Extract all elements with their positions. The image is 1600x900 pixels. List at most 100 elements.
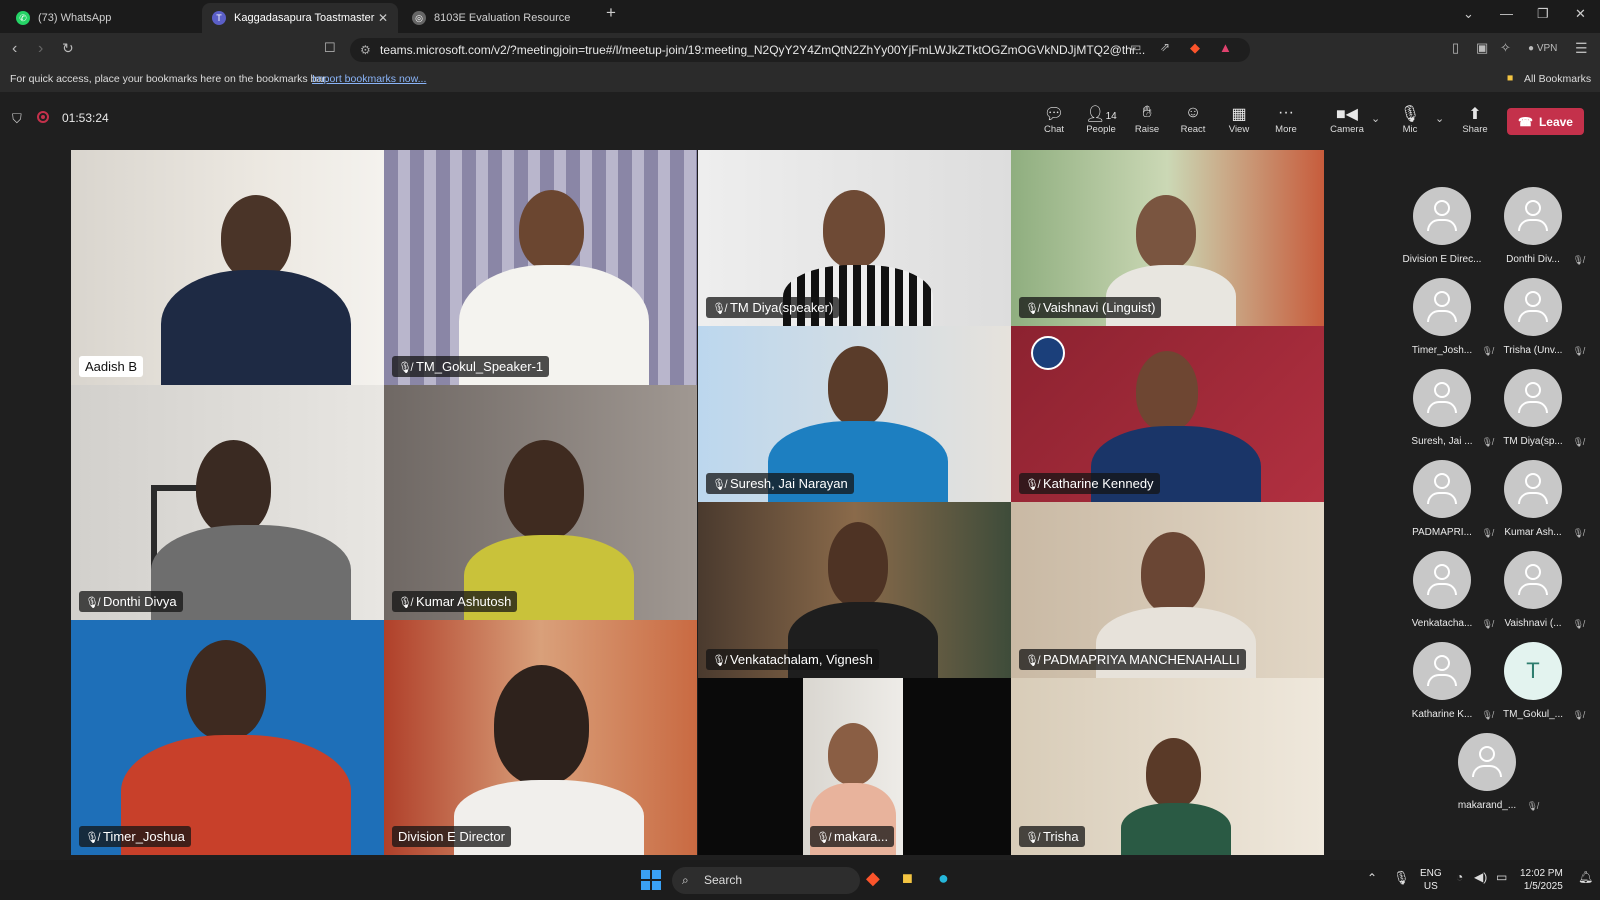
new-tab-button[interactable]: + <box>606 3 616 23</box>
roster-item[interactable]: Division E Direc... <box>1397 187 1487 265</box>
battery-icon[interactable]: ▭ <box>1496 870 1507 884</box>
view-label: View <box>1228 124 1250 135</box>
tab-label: (73) WhatsApp <box>38 12 112 24</box>
address-bar[interactable]: ⚙ teams.microsoft.com/v2/?meetingjoin=tr… <box>350 38 1250 62</box>
roster-item[interactable]: Suresh, Jai ... 🎙︎̸ <box>1397 369 1493 447</box>
back-icon[interactable]: ‹ <box>12 40 17 58</box>
brave-shield-icon[interactable]: ◆ <box>1190 40 1200 56</box>
share-page-icon[interactable]: ⇗ <box>1160 40 1170 54</box>
wifi-icon[interactable]: ◔ <box>1456 870 1463 884</box>
avatar-icon <box>1504 551 1562 609</box>
chat-button[interactable]: 💬︎ Chat <box>1031 104 1077 135</box>
roster-item[interactable]: Venkatacha... 🎙︎̸ <box>1397 551 1493 629</box>
camera-icon: ■◀ <box>1336 106 1358 123</box>
react-button[interactable]: ☺ React <box>1170 104 1216 135</box>
roster-item[interactable]: makarand_... 🎙︎̸ <box>1442 733 1538 811</box>
browser-tab-bar: ✆ (73) WhatsApp T Kaggadasapura Toastmas… <box>0 0 1600 33</box>
wallet-icon[interactable]: ▣ <box>1476 40 1488 56</box>
import-bookmarks-link[interactable]: Import bookmarks now... <box>312 73 426 85</box>
folder-icon: ■ <box>1507 72 1514 84</box>
people-button[interactable]: 👤︎14 People <box>1078 104 1124 135</box>
reload-icon[interactable]: ↻ <box>62 40 74 57</box>
share-label: Share <box>1462 124 1488 135</box>
notification-bell-icon[interactable]: 🔔︎ <box>1578 870 1593 884</box>
taskbar-search[interactable]: ⌕ Search <box>672 867 860 894</box>
site-settings-icon[interactable]: ⚙ <box>360 38 371 62</box>
participant-video <box>504 440 584 540</box>
brave-rewards-icon[interactable]: ▲ <box>1219 40 1232 55</box>
tab-search-chevron-icon[interactable]: ⌄ <box>1463 6 1474 22</box>
video-tile[interactable]: 🎙︎̸ Suresh, Jai Narayan <box>698 326 1011 502</box>
all-bookmarks-button[interactable]: All Bookmarks <box>1524 73 1591 85</box>
mic-off-icon: 🎙︎̸ <box>398 362 412 374</box>
close-tab-icon[interactable]: ✕ <box>378 11 388 25</box>
video-tile[interactable]: 🎙︎̸ TM Diya(speaker) <box>698 150 1011 326</box>
close-window-icon[interactable]: ✕ <box>1575 6 1586 22</box>
windows-start-icon[interactable] <box>641 870 661 890</box>
roster-name: makarand_... <box>1457 800 1517 811</box>
video-tile[interactable]: 🎙︎̸ Timer_Joshua <box>71 620 384 855</box>
mic-options-chevron-icon[interactable]: ⌄ <box>1435 112 1444 125</box>
roster-item[interactable]: Vaishnavi (... 🎙︎̸ <box>1488 551 1584 629</box>
vpn-button[interactable]: ● VPN <box>1528 43 1557 54</box>
video-tile[interactable]: 🎙︎̸ TM_Gokul_Speaker-1 <box>384 150 697 385</box>
minimize-icon[interactable]: — <box>1500 6 1513 21</box>
roster-item[interactable]: PADMAPRI... 🎙︎̸ <box>1397 460 1493 538</box>
leave-button[interactable]: ☎ Leave <box>1507 108 1584 135</box>
language-indicator[interactable]: ENG US <box>1420 867 1442 893</box>
file-explorer-icon[interactable]: ■ <box>902 868 913 889</box>
chevron-up-icon[interactable]: ⌃ <box>1367 871 1377 885</box>
roster-item[interactable]: T TM_Gokul_... 🎙︎̸ <box>1488 642 1584 720</box>
video-tile[interactable]: Aadish B <box>71 150 384 385</box>
forward-icon[interactable]: › <box>38 40 43 58</box>
camera-button[interactable]: ■◀ Camera <box>1324 104 1370 135</box>
video-tile[interactable]: 🎙︎̸ Vaishnavi (Linguist) <box>1011 150 1324 326</box>
share-button[interactable]: ⬆︎ Share <box>1452 104 1498 135</box>
roster-name: Donthi Div... <box>1506 254 1560 265</box>
raise-hand-button[interactable]: ✋︎ Raise <box>1124 104 1170 135</box>
cast-icon[interactable]: ▭ <box>1130 40 1141 54</box>
participant-video <box>494 665 589 785</box>
roster-item[interactable]: Donthi Div... 🎙︎̸ <box>1488 187 1584 265</box>
recording-icon <box>37 111 49 123</box>
leo-ai-icon[interactable]: ✧ <box>1500 40 1511 56</box>
brave-browser-icon[interactable]: ◆ <box>866 868 880 889</box>
microphone-tray-icon[interactable]: 🎙︎ <box>1393 870 1410 886</box>
menu-icon[interactable]: ☰ <box>1575 40 1588 57</box>
roster-item[interactable]: Katharine K... 🎙︎̸ <box>1397 642 1493 720</box>
tab-teams-meeting[interactable]: T Kaggadasapura Toastmaster ✕ <box>202 3 398 33</box>
view-button[interactable]: ▦ View <box>1216 104 1262 135</box>
grid-icon: ▦ <box>1231 106 1247 123</box>
canva-icon[interactable]: ● <box>938 868 949 889</box>
tab-whatsapp[interactable]: ✆ (73) WhatsApp <box>6 3 202 33</box>
video-tile[interactable]: 🎙︎̸ Kumar Ashutosh <box>384 385 697 620</box>
roster-item[interactable]: Trisha (Unv... 🎙︎̸ <box>1488 278 1584 356</box>
video-tile[interactable]: 🎙︎̸ PADMAPRIYA MANCHENAHALLI <box>1011 502 1324 678</box>
roster-item[interactable]: Timer_Josh... 🎙︎̸ <box>1397 278 1493 356</box>
roster-item[interactable]: Kumar Ash... 🎙︎̸ <box>1488 460 1584 538</box>
mic-off-icon: 🎙︎̸ <box>1025 655 1039 667</box>
more-button[interactable]: ··· More <box>1263 104 1309 135</box>
video-tile[interactable]: 🎙︎̸ Trisha <box>1011 678 1324 855</box>
video-tile[interactable]: 🎙︎̸ makara... <box>698 678 1011 855</box>
sidebar-toggle-icon[interactable]: ▯ <box>1452 40 1459 56</box>
roster-item[interactable]: TM Diya(sp... 🎙︎̸ <box>1488 369 1584 447</box>
participant-video <box>828 346 888 426</box>
participant-name: 🎙︎̸ Katharine Kennedy <box>1019 473 1160 494</box>
video-tile[interactable]: 🎙︎̸ Katharine Kennedy <box>1011 326 1324 502</box>
teams-icon: T <box>212 11 226 25</box>
participant-video <box>828 723 878 785</box>
mic-button[interactable]: 🎙︎ Mic <box>1387 104 1433 135</box>
bookmark-icon[interactable]: ☐ <box>324 40 336 56</box>
video-tile[interactable]: 🎙︎̸ Venkatachalam, Vignesh <box>698 502 1011 678</box>
tab-evaluation-resource[interactable]: ◎ 8103E Evaluation Resource <box>402 3 598 33</box>
camera-options-chevron-icon[interactable]: ⌄ <box>1371 112 1380 125</box>
clock[interactable]: 12:02 PM 1/5/2025 <box>1520 867 1563 893</box>
video-tile[interactable]: Division E Director <box>384 620 697 855</box>
avatar-icon <box>1413 460 1471 518</box>
restore-icon[interactable]: ❐ <box>1537 6 1549 22</box>
video-tile[interactable]: 🎙︎̸ Donthi Divya <box>71 385 384 620</box>
volume-icon[interactable]: ◀) <box>1474 870 1487 884</box>
participant-name: 🎙︎̸ Vaishnavi (Linguist) <box>1019 297 1162 318</box>
mic-off-icon: 🎙︎̸ <box>1025 303 1039 315</box>
